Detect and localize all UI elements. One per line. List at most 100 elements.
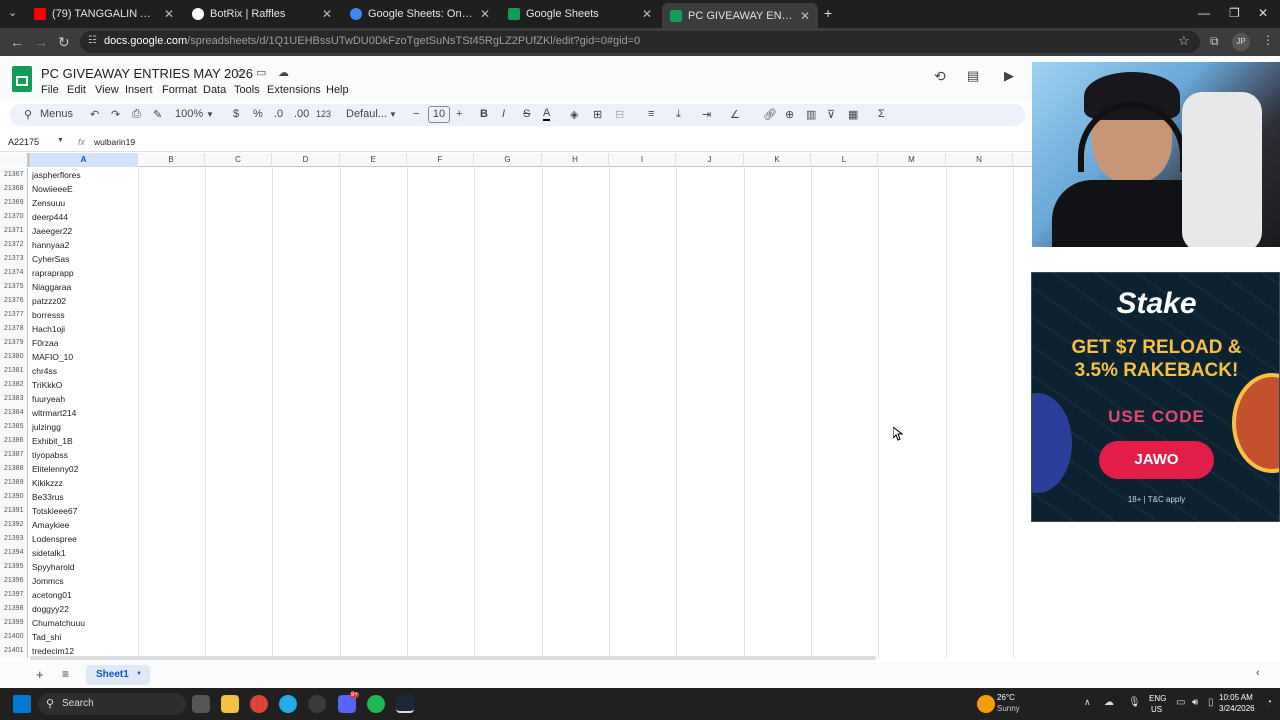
windows-start-icon[interactable] — [13, 695, 31, 713]
table-row[interactable]: 21381 chr4ss — [0, 364, 1032, 378]
filter-views-icon[interactable]: ▦ — [848, 108, 858, 121]
table-row[interactable]: 21377 borresss — [0, 308, 1032, 322]
cell-a[interactable]: Totskieee67 — [32, 504, 77, 518]
column-header[interactable]: D — [272, 153, 340, 167]
zoom-select[interactable]: 100% — [175, 108, 203, 120]
percent-format-button[interactable]: % — [253, 108, 263, 120]
cell-a[interactable]: sidetalk1 — [32, 546, 66, 560]
cell-a[interactable]: patzzz02 — [32, 294, 66, 308]
profile-avatar[interactable]: JP — [1232, 33, 1250, 51]
close-tab-icon[interactable]: ✕ — [642, 7, 652, 21]
omnibox[interactable]: ☷ docs.google.com/spreadsheets/d/1Q1UEHB… — [80, 31, 1200, 53]
cell-a[interactable]: Jommcs — [32, 574, 64, 588]
row-number[interactable]: 21383 — [0, 392, 28, 406]
network-icon[interactable]: ▭ — [1176, 697, 1185, 708]
text-color-button[interactable]: A — [543, 108, 551, 121]
all-sheets-icon[interactable]: ≡ — [62, 667, 69, 681]
increase-decimal-button[interactable]: .00 — [294, 108, 309, 120]
table-row[interactable]: 21398 doggyy22 — [0, 602, 1032, 616]
table-row[interactable]: 21383 fuuryeah — [0, 392, 1032, 406]
document-title[interactable]: PC GIVEAWAY ENTRIES MAY 2026 — [41, 66, 253, 81]
row-number[interactable]: 21386 — [0, 434, 28, 448]
row-number[interactable]: 21388 — [0, 462, 28, 476]
strikethrough-button[interactable]: S — [523, 108, 530, 120]
tray-overflow-icon[interactable]: ∧ — [1084, 697, 1091, 708]
onedrive-icon[interactable]: ☁ — [1104, 697, 1114, 708]
table-row[interactable]: 21400 Tad_shi — [0, 630, 1032, 644]
bookmark-star-icon[interactable]: ☆ — [1178, 33, 1190, 49]
row-number[interactable]: 21369 — [0, 196, 28, 210]
cell-a[interactable]: Hach1oji — [32, 322, 65, 336]
menu-insert[interactable]: Insert — [125, 84, 153, 96]
browser-tab-giveaway[interactable]: PC GIVEAWAY ENTRIES MAY 20 ✕ — [662, 3, 818, 28]
table-row[interactable]: 21369 Zensuuu — [0, 196, 1032, 210]
sheets-logo-icon[interactable] — [12, 66, 32, 92]
close-tab-icon[interactable]: ✕ — [480, 7, 490, 21]
table-row[interactable]: 21393 Lodenspree — [0, 532, 1032, 546]
formula-input[interactable]: wulbarin19 — [94, 137, 135, 147]
cell-a[interactable]: tiyopabss — [32, 448, 68, 462]
cell-a[interactable]: Kikikzzz — [32, 476, 63, 490]
cell-a[interactable]: Lodenspree — [32, 532, 77, 546]
notifications-icon[interactable]: ◔ — [1266, 697, 1272, 708]
row-number[interactable]: 21376 — [0, 294, 28, 308]
table-row[interactable]: 21368 NowiieeeE — [0, 182, 1032, 196]
borders-icon[interactable]: ⊞ — [593, 108, 602, 121]
row-number[interactable]: 21380 — [0, 350, 28, 364]
sheet-tab[interactable]: Sheet1 ▼ — [86, 665, 150, 685]
back-icon[interactable]: ← — [10, 34, 24, 50]
file-explorer-icon[interactable] — [221, 695, 239, 713]
forward-icon[interactable]: → — [34, 34, 48, 50]
font-size-increase-icon[interactable]: + — [456, 108, 462, 120]
row-number[interactable]: 21379 — [0, 336, 28, 350]
cell-a[interactable]: borresss — [32, 308, 65, 322]
cell-a[interactable]: jaspherflores — [32, 168, 81, 182]
minimize-icon[interactable]: — — [1198, 6, 1210, 20]
bold-button[interactable]: B — [480, 108, 488, 120]
meet-icon[interactable]: ▶ — [1004, 68, 1014, 84]
cell-a[interactable]: Amaykiee — [32, 518, 69, 532]
paint-format-icon[interactable]: ✎ — [153, 108, 162, 121]
cell-a[interactable]: deerp444 — [32, 210, 68, 224]
row-number[interactable]: 21389 — [0, 476, 28, 490]
table-row[interactable]: 21370 deerp444 — [0, 210, 1032, 224]
cell-a[interactable]: doggyy22 — [32, 602, 69, 616]
reload-icon[interactable]: ↻ — [58, 34, 70, 51]
column-header[interactable]: B — [138, 153, 205, 167]
row-number[interactable]: 21393 — [0, 532, 28, 546]
column-header[interactable]: K — [744, 153, 811, 167]
weather-icon[interactable] — [977, 695, 995, 713]
currency-format-button[interactable]: $ — [233, 108, 239, 120]
name-box-chevron-icon[interactable]: ▼ — [57, 137, 64, 144]
font-size-decrease-icon[interactable]: − — [413, 108, 419, 120]
fill-color-icon[interactable]: ◈ — [570, 108, 578, 121]
taskbar-search[interactable]: ⚲ Search — [38, 693, 186, 715]
search-menus-label[interactable]: Menus — [40, 108, 73, 120]
browser-tab-sheets[interactable]: Google Sheets ✕ — [500, 3, 660, 25]
table-row[interactable]: 21372 hannyaa2 — [0, 238, 1032, 252]
row-number[interactable]: 21370 — [0, 210, 28, 224]
row-number[interactable]: 21374 — [0, 266, 28, 280]
table-row[interactable]: 21390 Be33rus — [0, 490, 1032, 504]
align-vertical-icon[interactable]: ⤓ — [676, 108, 681, 121]
column-header[interactable]: I — [609, 153, 676, 167]
volume-icon[interactable]: 🔊︎ — [1192, 697, 1198, 708]
steam-icon[interactable] — [396, 695, 414, 713]
cell-a[interactable]: chr4ss — [32, 364, 57, 378]
insert-link-icon[interactable]: 🔗︎ — [763, 108, 777, 121]
table-row[interactable]: 21389 Kikikzzz — [0, 476, 1032, 490]
spotify-icon[interactable] — [367, 695, 385, 713]
column-header[interactable]: C — [205, 153, 272, 167]
cell-a[interactable]: rapraprapp — [32, 266, 74, 280]
cell-a[interactable]: TriKkkO — [32, 378, 62, 392]
functions-icon[interactable]: Σ — [878, 108, 885, 120]
column-header[interactable]: M — [878, 153, 946, 167]
row-number[interactable]: 21372 — [0, 238, 28, 252]
menu-tools[interactable]: Tools — [234, 84, 260, 96]
table-row[interactable]: 21395 Spyyharold — [0, 560, 1032, 574]
table-row[interactable]: 21397 acetong01 — [0, 588, 1032, 602]
cell-a[interactable]: wltrmart214 — [32, 406, 76, 420]
row-number[interactable]: 21371 — [0, 224, 28, 238]
row-number[interactable]: 21382 — [0, 378, 28, 392]
cell-a[interactable]: fuuryeah — [32, 392, 65, 406]
